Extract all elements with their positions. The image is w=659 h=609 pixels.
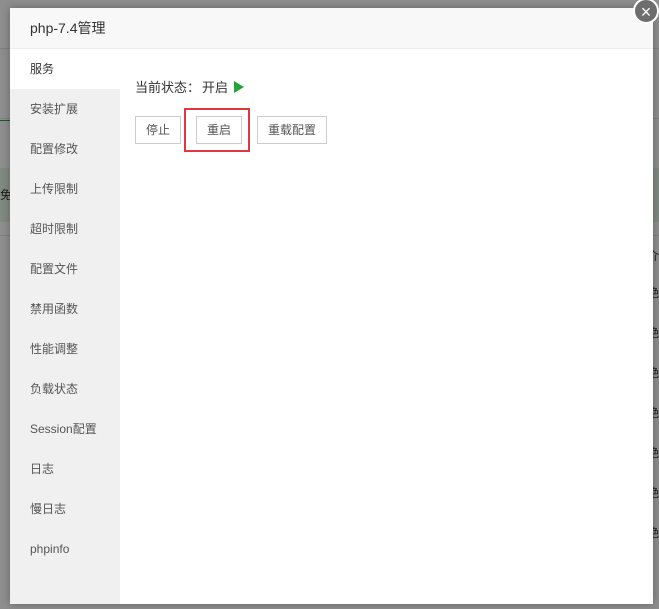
play-icon: [234, 80, 245, 93]
service-panel: 当前状态： 开启 停止 重启 重载配置: [120, 49, 653, 604]
sidebar-item-disabled-functions[interactable]: 禁用函数: [10, 289, 120, 329]
sidebar-item-config-file[interactable]: 配置文件: [10, 249, 120, 289]
sidebar-item-slow-log[interactable]: 慢日志: [10, 489, 120, 529]
restart-button[interactable]: 重启: [196, 116, 242, 144]
sidebar-item-install-extensions[interactable]: 安装扩展: [10, 89, 120, 129]
sidebar-item-timeout-limit[interactable]: 超时限制: [10, 209, 120, 249]
dialog-title: php-7.4管理: [30, 20, 106, 36]
sidebar-item-service[interactable]: 服务: [10, 49, 120, 89]
sidebar-item-session-config[interactable]: Session配置: [10, 409, 120, 449]
sidebar-item-performance[interactable]: 性能调整: [10, 329, 120, 369]
sidebar-item-upload-limit[interactable]: 上传限制: [10, 169, 120, 209]
status-value: 开启: [202, 80, 229, 95]
service-button-row: 停止 重启 重载配置: [135, 108, 638, 152]
php-manager-dialog: php-7.4管理 × 服务 安装扩展 配置修改 上传限制 超时限制 配置文件 …: [10, 0, 659, 604]
service-status: 当前状态： 开启: [135, 77, 638, 96]
stop-button[interactable]: 停止: [135, 116, 181, 144]
sidebar-item-log[interactable]: 日志: [10, 449, 120, 489]
status-label: 当前状态：: [135, 80, 201, 95]
sidebar-item-phpinfo[interactable]: phpinfo: [10, 529, 120, 569]
reload-config-button[interactable]: 重载配置: [257, 116, 327, 144]
sidebar: 服务 安装扩展 配置修改 上传限制 超时限制 配置文件 禁用函数 性能调整 负载…: [10, 49, 120, 604]
dialog-header: php-7.4管理: [10, 8, 653, 49]
sidebar-item-load-status[interactable]: 负载状态: [10, 369, 120, 409]
sidebar-item-config-edit[interactable]: 配置修改: [10, 129, 120, 169]
